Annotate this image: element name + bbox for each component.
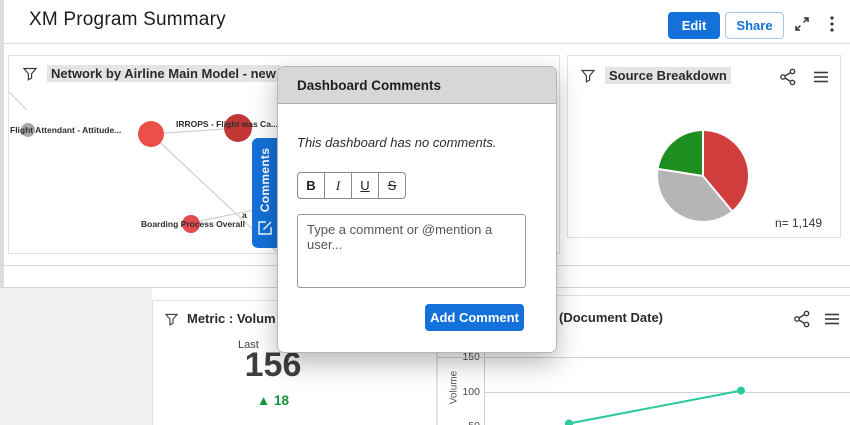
comment-input[interactable] (297, 214, 526, 288)
add-comment-button[interactable]: Add Comment (425, 304, 524, 331)
dashboard-comments-modal: Dashboard Comments This dashboard has no… (277, 66, 557, 353)
compose-comment-icon (258, 221, 272, 240)
comments-tab-label: Comments (258, 147, 272, 211)
node-label-irrops: IRROPS - Flight was Ca... (176, 119, 278, 129)
metric-delta: ▲ 18 (213, 393, 333, 408)
node-label-boarding: Boarding Process Overall (141, 219, 245, 229)
bold-button[interactable]: B (297, 172, 325, 199)
edit-button[interactable]: Edit (668, 12, 720, 39)
empty-comments-message: This dashboard has no comments. (297, 135, 496, 150)
top-bar: XM Program Summary Edit Share (4, 0, 850, 44)
italic-button[interactable]: I (324, 172, 352, 199)
metric-widget-title: Metric : Volum (187, 311, 276, 326)
section-sidebar: Overall Performance (0, 288, 152, 425)
node-label-flight-attendant: Flight Attendant - Attitude... (10, 125, 121, 135)
modal-header[interactable]: Dashboard Comments (278, 67, 556, 104)
underline-button[interactable]: U (351, 172, 379, 199)
source-breakdown-title: Source Breakdown (605, 67, 731, 84)
comments-tab[interactable]: Comments (252, 138, 278, 248)
share-button[interactable]: Share (725, 12, 784, 39)
filter-icon[interactable] (163, 311, 179, 327)
strikethrough-button[interactable]: S (378, 172, 406, 199)
expand-icon[interactable] (791, 13, 813, 35)
share-nodes-icon[interactable] (778, 67, 798, 87)
sample-size-label: n= 1,149 (775, 216, 822, 230)
hamburger-menu-icon[interactable] (811, 67, 831, 87)
dashboard-page: XM Program Summary Edit Share Network by… (0, 0, 850, 425)
network-node-main[interactable] (138, 121, 164, 147)
modal-title: Dashboard Comments (297, 78, 441, 93)
kebab-menu-icon[interactable] (824, 13, 840, 35)
source-breakdown-widget: Source Breakdown n= 1,149 (567, 55, 841, 238)
format-toolbar: B I U S (297, 172, 406, 199)
filter-icon[interactable] (580, 68, 596, 84)
pie-chart[interactable] (658, 131, 748, 221)
page-title: XM Program Summary (29, 9, 226, 31)
